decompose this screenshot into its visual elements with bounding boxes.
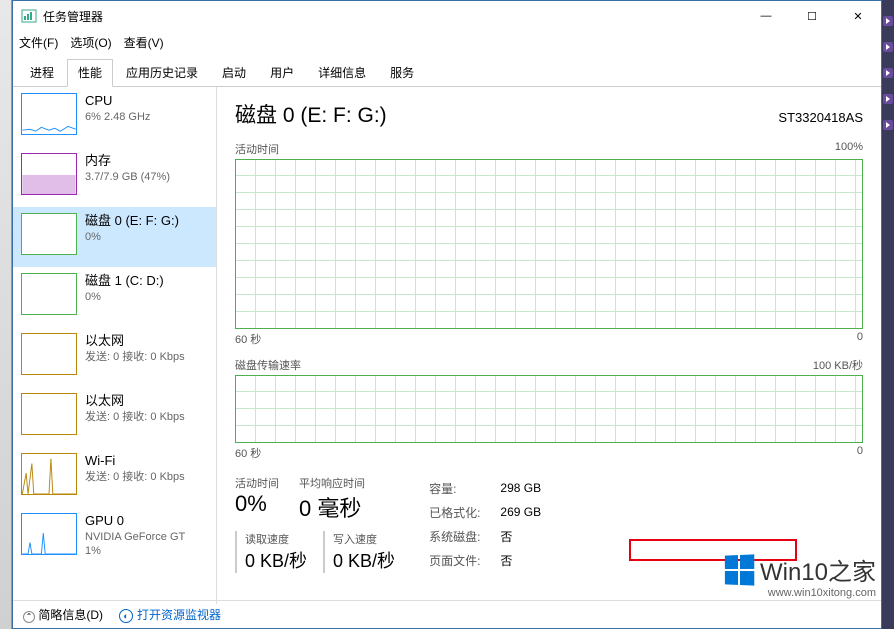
windows-logo-icon <box>725 554 754 585</box>
sidebar-item-sub: 6% 2.48 GHz <box>85 110 150 124</box>
sidebar-item-label: CPU <box>85 93 150 110</box>
info-system-label: 系统磁盘: <box>425 525 494 547</box>
info-capacity-value: 298 GB <box>496 477 555 499</box>
menu-file[interactable]: 文件(F) <box>19 34 58 51</box>
chart-x-left: 60 秒 <box>235 331 261 347</box>
info-capacity-label: 容量: <box>425 477 494 499</box>
sidebar-item-label: 内存 <box>85 153 170 170</box>
chart-x-left: 60 秒 <box>235 445 261 461</box>
page-title: 磁盘 0 (E: F: G:) <box>235 99 387 129</box>
footer-bar: ⌃ 简略信息(D) ◐打开资源监视器 <box>13 600 881 628</box>
sidebar-item-sub: 0% <box>85 230 179 244</box>
sidebar-item-ethernet2[interactable]: 以太网 发送: 0 接收: 0 Kbps <box>13 387 216 447</box>
sidebar-item-sub: 3.7/7.9 GB (47%) <box>85 170 170 184</box>
watermark-url: www.win10xitong.com <box>724 587 876 599</box>
tab-services[interactable]: 服务 <box>379 59 425 86</box>
tab-details[interactable]: 详细信息 <box>307 59 377 86</box>
sidebar-item-label: 磁盘 1 (C: D:) <box>85 273 164 290</box>
task-manager-window: 任务管理器 — ☐ ✕ 文件(F) 选项(O) 查看(V) 进程 性能 应用历史… <box>12 0 882 629</box>
open-resource-monitor-link[interactable]: ◐打开资源监视器 <box>119 606 221 623</box>
wifi-thumbnail <box>21 453 77 495</box>
background-left-strip <box>0 0 12 629</box>
sidebar-item-wifi[interactable]: Wi-Fi 发送: 0 接收: 0 Kbps <box>13 447 216 507</box>
cpu-thumbnail <box>21 93 77 135</box>
sidebar-item-cpu[interactable]: CPU 6% 2.48 GHz <box>13 87 216 147</box>
maximize-button[interactable]: ☐ <box>789 1 835 31</box>
sidebar-item-label: GPU 0 <box>85 513 185 530</box>
active-time-chart <box>235 159 863 329</box>
fewer-details-link[interactable]: ⌃ 简略信息(D) <box>23 606 103 623</box>
stat-write-label: 写入速度 <box>333 531 395 547</box>
window-title: 任务管理器 <box>43 8 743 25</box>
tab-app-history[interactable]: 应用历史记录 <box>115 59 209 86</box>
sidebar-item-label: Wi-Fi <box>85 453 185 470</box>
tab-performance[interactable]: 性能 <box>67 59 113 87</box>
chart-x-right: 0 <box>857 445 863 461</box>
performance-sidebar: CPU 6% 2.48 GHz 内存 3.7/7.9 GB (47%) 磁盘 0… <box>13 87 217 604</box>
chart-label: 磁盘传输速率 <box>235 357 301 373</box>
stat-resp-label: 平均响应时间 <box>299 475 365 491</box>
background-right-strip <box>882 0 894 629</box>
sidebar-item-disk0[interactable]: 磁盘 0 (E: F: G:) 0% <box>13 207 216 267</box>
info-pagefile-value: 否 <box>496 549 555 571</box>
info-formatted-label: 已格式化: <box>425 501 494 523</box>
menubar: 文件(F) 选项(O) 查看(V) <box>13 31 881 53</box>
active-time-chart-section: 活动时间 100% 60 秒 0 <box>235 141 863 347</box>
menu-options[interactable]: 选项(O) <box>70 34 111 51</box>
stat-active-value: 0% <box>235 491 279 517</box>
chart-max: 100% <box>835 141 863 157</box>
chart-label: 活动时间 <box>235 141 279 157</box>
main-panel: 磁盘 0 (E: F: G:) ST3320418AS 活动时间 100% 60… <box>217 87 881 604</box>
app-icon <box>21 8 37 24</box>
disk-info-table: 容量:298 GB 已格式化:269 GB 系统磁盘:否 页面文件:否 <box>423 475 557 573</box>
sidebar-item-label: 以太网 <box>85 333 185 350</box>
resource-monitor-icon: ◐ <box>119 609 133 623</box>
sidebar-item-sub: 发送: 0 接收: 0 Kbps <box>85 470 185 484</box>
watermark: Win10之家 www.win10xitong.com <box>724 552 876 599</box>
sidebar-item-sub: 发送: 0 接收: 0 Kbps <box>85 410 185 424</box>
disk-thumbnail <box>21 213 77 255</box>
titlebar[interactable]: 任务管理器 — ☐ ✕ <box>13 1 881 31</box>
stat-active-label: 活动时间 <box>235 475 279 491</box>
minimize-button[interactable]: — <box>743 1 789 31</box>
info-system-value: 否 <box>496 525 555 547</box>
info-pagefile-label: 页面文件: <box>425 549 494 571</box>
info-formatted-value: 269 GB <box>496 501 555 523</box>
disk-thumbnail <box>21 273 77 315</box>
memory-thumbnail <box>21 153 77 195</box>
chart-x-right: 0 <box>857 331 863 347</box>
menu-view[interactable]: 查看(V) <box>124 34 164 51</box>
ethernet-thumbnail <box>21 333 77 375</box>
sidebar-item-gpu[interactable]: GPU 0 NVIDIA GeForce GT 1% <box>13 507 216 567</box>
close-button[interactable]: ✕ <box>835 1 881 31</box>
chart-max: 100 KB/秒 <box>813 357 863 373</box>
transfer-rate-chart <box>235 375 863 443</box>
sidebar-item-label: 以太网 <box>85 393 185 410</box>
tab-startup[interactable]: 启动 <box>211 59 257 86</box>
sidebar-item-disk1[interactable]: 磁盘 1 (C: D:) 0% <box>13 267 216 327</box>
sidebar-item-ethernet1[interactable]: 以太网 发送: 0 接收: 0 Kbps <box>13 327 216 387</box>
sidebar-item-memory[interactable]: 内存 3.7/7.9 GB (47%) <box>13 147 216 207</box>
stat-read-value: 0 KB/秒 <box>245 547 307 573</box>
tab-users[interactable]: 用户 <box>259 59 305 86</box>
disk-model: ST3320418AS <box>778 110 863 125</box>
sidebar-item-sub: NVIDIA GeForce GT <box>85 530 185 544</box>
watermark-text: Win10之家 <box>760 552 876 587</box>
stat-resp-value: 0 毫秒 <box>299 491 365 523</box>
ethernet-thumbnail <box>21 393 77 435</box>
sidebar-item-sub: 0% <box>85 290 164 304</box>
tab-processes[interactable]: 进程 <box>19 59 65 86</box>
sidebar-item-sub: 发送: 0 接收: 0 Kbps <box>85 350 185 364</box>
sidebar-item-sub2: 1% <box>85 544 185 558</box>
stat-write-value: 0 KB/秒 <box>333 547 395 573</box>
transfer-rate-chart-section: 磁盘传输速率 100 KB/秒 60 秒 0 <box>235 357 863 461</box>
chevron-up-icon: ⌃ <box>23 611 35 623</box>
sidebar-item-label: 磁盘 0 (E: F: G:) <box>85 213 179 230</box>
tab-bar: 进程 性能 应用历史记录 启动 用户 详细信息 服务 <box>13 53 881 87</box>
stat-read-label: 读取速度 <box>245 531 307 547</box>
gpu-thumbnail <box>21 513 77 555</box>
